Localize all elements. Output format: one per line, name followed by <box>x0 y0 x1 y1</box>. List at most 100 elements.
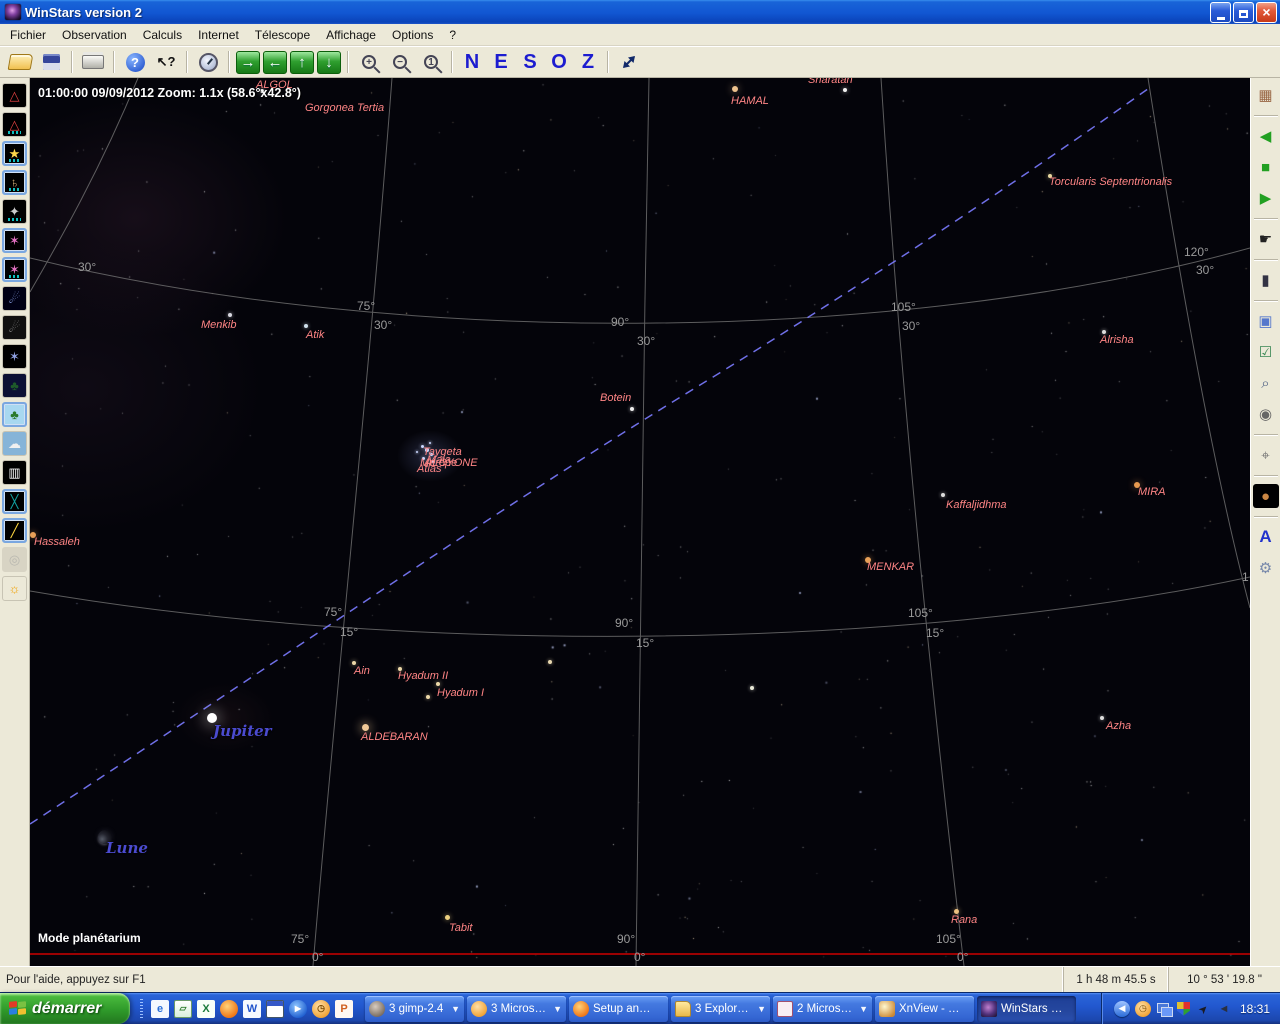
view-south-button[interactable]: S <box>517 49 543 75</box>
taskbar-button-3-gimp-2-4[interactable]: 3 gimp-2.4 ▼ <box>365 995 464 1022</box>
star-label-menkar[interactable]: MENKAR <box>867 561 914 573</box>
star-pleiades-star[interactable] <box>429 442 431 444</box>
star-azha[interactable] <box>1100 716 1104 720</box>
taskbar-button-3-micros[interactable]: 3 Micros… ▼ <box>467 995 566 1022</box>
menu-observation[interactable]: Observation <box>54 26 135 44</box>
sidebar-milky-way[interactable]: ✶ <box>2 344 27 369</box>
sidebar-satellites[interactable]: ✦ <box>2 199 27 224</box>
quicklaunch-outlook[interactable]: ◷ <box>312 999 330 1018</box>
sidebar-settings-list[interactable]: ☑ <box>1253 340 1279 364</box>
quicklaunch-powerpoint[interactable]: P <box>335 999 353 1018</box>
sidebar-options-gear[interactable]: ⚙ <box>1253 556 1279 580</box>
star-menkib[interactable] <box>228 313 232 317</box>
star-label-rana[interactable]: Rana <box>951 914 977 926</box>
sidebar-nebulae-names[interactable]: ✶ <box>2 257 27 282</box>
star-botein[interactable] <box>630 407 634 411</box>
time-settings-button[interactable] <box>194 49 222 75</box>
title-bar[interactable]: WinStars version 2 × <box>0 0 1280 24</box>
taskbar-button-winstars[interactable]: WinStars … <box>977 995 1076 1022</box>
tray-network-icon[interactable] <box>1156 1001 1173 1017</box>
tray-rocket-icon[interactable]: ➤ <box>1192 997 1215 1020</box>
sidebar-landscape-night[interactable]: ♣ <box>2 373 27 398</box>
zoom-in-button[interactable]: + <box>355 49 383 75</box>
star-label-atik[interactable]: Atik <box>306 329 324 341</box>
star-atik[interactable] <box>304 324 308 328</box>
star-label-tabit[interactable]: Tabit <box>449 922 472 934</box>
star-sharatan[interactable] <box>843 88 847 92</box>
quicklaunch-firefox[interactable] <box>220 999 238 1018</box>
star-label-menkib[interactable]: Menkib <box>201 319 236 331</box>
star-label-aldebaran[interactable]: ALDEBARAN <box>361 731 428 743</box>
sidebar-atmosphere[interactable]: ☁ <box>2 431 27 456</box>
sidebar-snapshot-camera[interactable]: ◉ <box>1253 402 1279 426</box>
quicklaunch-internet-explorer[interactable]: e <box>151 999 169 1018</box>
tray-security-shield-icon[interactable] <box>1176 1001 1190 1016</box>
taskbar-button-2-micros[interactable]: 2 Micros… ▼ <box>773 995 872 1022</box>
sidebar-landscape-day[interactable]: ♣ <box>2 402 27 427</box>
pan-diagonal-button[interactable] <box>615 49 643 75</box>
pan-down-button[interactable]: ↓ <box>317 50 341 74</box>
quicklaunch-word[interactable]: W <box>243 999 261 1018</box>
sidebar-eyepiece[interactable]: ▮ <box>1253 268 1279 292</box>
menu-internet[interactable]: Internet <box>190 26 247 44</box>
star-aldebaran[interactable] <box>361 723 369 731</box>
star-label-mira[interactable]: MIRA <box>1138 486 1166 498</box>
star-label-ain[interactable]: Ain <box>354 665 370 677</box>
star-pleiades-star[interactable] <box>416 451 418 453</box>
view-north-button[interactable]: N <box>459 49 485 75</box>
menu-t-lescope[interactable]: Télescope <box>247 26 318 44</box>
star-label-hyadum-i[interactable]: Hyadum I <box>437 687 484 699</box>
star-tabit[interactable] <box>444 914 450 920</box>
sidebar-constellation-names[interactable]: △ <box>2 112 27 137</box>
menu-help[interactable]: ? <box>441 26 464 44</box>
star-label-hyadum-ii[interactable]: Hyadum II <box>398 670 448 682</box>
pan-up-button[interactable]: ↑ <box>290 50 314 74</box>
star-label-hassaleh[interactable]: Hassaleh <box>34 536 80 548</box>
tray-volume-icon[interactable]: ◄ <box>1216 1001 1232 1017</box>
star-theta-tauri[interactable] <box>426 695 430 699</box>
sidebar-nebulae[interactable]: ✶ <box>2 228 27 253</box>
sidebar-computer[interactable]: ▣ <box>1253 309 1279 333</box>
star-label-torcularis-septentrionalis[interactable]: Torcularis Septentrionalis <box>1049 176 1172 188</box>
dropdown-arrow-icon[interactable]: ▼ <box>757 1004 766 1014</box>
tray-clock-icon[interactable]: ◷ <box>1134 1000 1151 1017</box>
sidebar-constellation-figures[interactable]: △ <box>2 83 27 108</box>
menu-options[interactable]: Options <box>384 26 441 44</box>
sidebar-play-backward[interactable]: ◀ <box>1253 124 1279 148</box>
star-hyades-star[interactable] <box>548 660 552 664</box>
dropdown-arrow-icon[interactable]: ▼ <box>859 1004 868 1014</box>
sidebar-stop[interactable]: ■ <box>1253 155 1279 179</box>
star-label-azha[interactable]: Azha <box>1106 720 1131 732</box>
star-label-kaffaljidhma[interactable]: Kaffaljidhma <box>946 499 1007 511</box>
star-hyadum-i[interactable] <box>436 682 440 686</box>
star-label-botein[interactable]: Botein <box>600 392 631 404</box>
planet-label-lune[interactable]: Lune <box>106 839 148 857</box>
taskbar-button-setup-an[interactable]: Setup an… <box>569 995 668 1022</box>
star-hamal[interactable] <box>732 86 738 92</box>
sidebar-planets[interactable]: ♄ <box>2 170 27 195</box>
view-east-button[interactable]: E <box>488 49 514 75</box>
sidebar-ecliptic[interactable]: ╱ <box>2 518 27 543</box>
sidebar-planet-view[interactable]: ● <box>1252 484 1279 508</box>
menu-fichier[interactable]: Fichier <box>2 26 54 44</box>
sidebar-stars[interactable]: ★ <box>2 141 27 166</box>
sidebar-play-forward[interactable]: ▶ <box>1253 186 1279 210</box>
star-field-star[interactable] <box>750 686 754 690</box>
zoom-out-button[interactable]: − <box>386 49 414 75</box>
sidebar-pointer-hand[interactable]: ☛ <box>1253 227 1279 251</box>
sidebar-grid[interactable]: ╳ <box>2 489 27 514</box>
sky-map[interactable]: 01:00:00 09/09/2012 Zoom: 1.1x (58.6°x42… <box>30 78 1250 966</box>
context-help-button[interactable]: ↖? <box>152 49 180 75</box>
planet-label-jupiter[interactable]: Jupiter <box>213 722 272 740</box>
star-label-alrisha[interactable]: Alrisha <box>1100 334 1134 346</box>
sidebar-circles[interactable]: ◎ <box>2 547 27 572</box>
sidebar-scale[interactable]: ▥ <box>2 460 27 485</box>
quicklaunch-app-window[interactable] <box>266 999 284 1018</box>
sidebar-meteors[interactable]: ☄ <box>2 315 27 340</box>
sidebar-labels[interactable]: A <box>1253 525 1279 549</box>
zoom-reset-button[interactable]: 1 <box>417 49 445 75</box>
sidebar-telescope-control[interactable]: ⌖ <box>1253 443 1279 467</box>
dropdown-arrow-icon[interactable]: ▼ <box>553 1004 562 1014</box>
start-button[interactable]: démarrer <box>0 993 130 1024</box>
minimize-button[interactable] <box>1210 1 1231 23</box>
